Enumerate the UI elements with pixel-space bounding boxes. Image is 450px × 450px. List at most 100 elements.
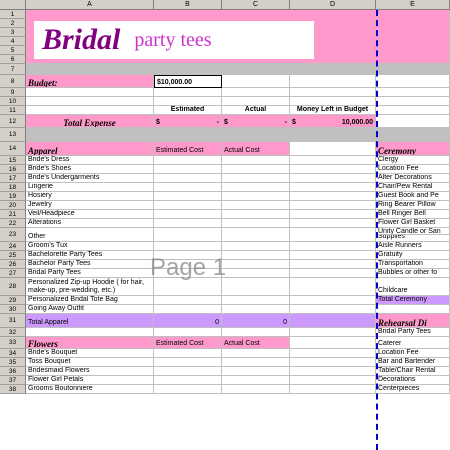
separator-row[interactable] (26, 128, 450, 142)
estimated-header[interactable]: Estimated (154, 106, 222, 115)
row-header-38[interactable]: 38 (0, 385, 26, 394)
grid-cell[interactable] (290, 305, 376, 314)
rehearsal-item[interactable]: Caterer (376, 337, 450, 349)
column-header-d[interactable]: D (290, 0, 376, 10)
row-header-24[interactable]: 24 (0, 242, 26, 251)
grid-cell[interactable] (154, 358, 222, 367)
grid-cell[interactable] (222, 210, 290, 219)
flowers-item[interactable]: Bridesmaid Flowers (26, 367, 154, 376)
apparel-item[interactable]: Bridal Party Tees (26, 269, 154, 278)
apparel-total-act[interactable]: 0 (222, 314, 290, 328)
grid-cell[interactable] (154, 88, 222, 97)
ceremony-item[interactable]: Chair/Pew Rental (376, 183, 450, 192)
ceremony-item[interactable]: Bell Ringer Bell (376, 210, 450, 219)
grid-cell[interactable] (154, 156, 222, 165)
row-header-28[interactable]: 28 (0, 278, 26, 296)
apparel-item[interactable]: Lingerie (26, 183, 154, 192)
row-header-12[interactable]: 12 (0, 115, 26, 128)
ceremony-item[interactable]: Bubbles or other fo (376, 269, 450, 278)
rehearsal-item[interactable]: Bar and Bartender (376, 358, 450, 367)
grid-cell[interactable] (154, 174, 222, 183)
grid-cell[interactable] (222, 174, 290, 183)
grid-cell[interactable] (290, 75, 376, 88)
grid-cell[interactable] (290, 385, 376, 394)
grid-cell[interactable] (290, 142, 376, 156)
grid-cell[interactable] (222, 296, 290, 305)
grid-cell[interactable] (290, 228, 376, 242)
flowers-item[interactable]: Flower Girl Petals (26, 376, 154, 385)
row-header-5[interactable]: 5 (0, 46, 26, 55)
apparel-header[interactable]: Apparel (26, 142, 154, 156)
row-header-29[interactable]: 29 (0, 296, 26, 305)
grid-cell[interactable] (290, 337, 376, 349)
grid-cell[interactable] (154, 183, 222, 192)
ceremony-item[interactable]: Clergy (376, 156, 450, 165)
grid-cell[interactable] (376, 115, 450, 128)
row-header-21[interactable]: 21 (0, 210, 26, 219)
grid-cell[interactable] (222, 219, 290, 228)
grid-cell[interactable] (222, 358, 290, 367)
grid-cell[interactable] (290, 349, 376, 358)
column-header-e[interactable]: E (376, 0, 450, 10)
row-header-23[interactable]: 23 (0, 228, 26, 242)
grid-cell[interactable] (222, 88, 290, 97)
grid-cell[interactable] (222, 228, 290, 242)
grid-cell[interactable] (154, 296, 222, 305)
total-estimated-cell[interactable]: $ - (154, 115, 222, 128)
grid-cell[interactable] (222, 328, 290, 337)
row-header-36[interactable]: 36 (0, 367, 26, 376)
row-header-15[interactable]: 15 (0, 156, 26, 165)
grid-cell[interactable] (222, 376, 290, 385)
row-header-9[interactable]: 9 (0, 88, 26, 97)
rehearsal-item[interactable]: Decorations (376, 376, 450, 385)
ceremony-item[interactable]: Childcare (376, 278, 450, 296)
row-header-18[interactable]: 18 (0, 183, 26, 192)
grid-cell[interactable] (154, 165, 222, 174)
apparel-item[interactable]: Bride's Shoes (26, 165, 154, 174)
row-header-10[interactable]: 10 (0, 97, 26, 106)
total-actual-cell[interactable]: $ - (222, 115, 290, 128)
select-all-corner[interactable] (0, 0, 26, 10)
apparel-item[interactable]: Going Away Outfit (26, 305, 154, 314)
row-header-16[interactable]: 16 (0, 165, 26, 174)
grid-cell[interactable] (154, 97, 222, 106)
grid-cell[interactable] (222, 242, 290, 251)
row-header-13[interactable]: 13 (0, 128, 26, 142)
grid-cell[interactable] (26, 328, 154, 337)
grid-cell[interactable] (290, 192, 376, 201)
grid-cell[interactable] (290, 269, 376, 278)
ceremony-item[interactable]: Aisle Runners (376, 242, 450, 251)
grid-cell[interactable] (290, 156, 376, 165)
grid-cell[interactable] (222, 349, 290, 358)
grid-cell[interactable] (222, 183, 290, 192)
grid-cell[interactable] (154, 210, 222, 219)
row-header-4[interactable]: 4 (0, 37, 26, 46)
row-header-27[interactable]: 27 (0, 269, 26, 278)
grid-cell[interactable] (154, 349, 222, 358)
column-header-c[interactable]: C (222, 0, 290, 10)
budget-value[interactable]: $10,000.00 (154, 75, 222, 88)
grid-cell[interactable] (26, 106, 154, 115)
grid-cell[interactable] (222, 367, 290, 376)
ceremony-item[interactable]: Ring Bearer Pillow (376, 201, 450, 210)
ceremony-total[interactable]: Total Ceremony (376, 296, 450, 305)
row-header-31[interactable]: 31 (0, 314, 26, 328)
money-left-header[interactable]: Money Left in Budget (290, 106, 376, 115)
flowers-act-header[interactable]: Actual Cost (222, 337, 290, 349)
grid-cell[interactable] (290, 242, 376, 251)
grid-cell[interactable] (154, 192, 222, 201)
apparel-item[interactable]: Jewelry (26, 201, 154, 210)
grid-cell[interactable] (154, 201, 222, 210)
grid-cell[interactable] (222, 201, 290, 210)
column-header-a[interactable]: A (26, 0, 154, 10)
row-header-22[interactable]: 22 (0, 219, 26, 228)
row-header-30[interactable]: 30 (0, 305, 26, 314)
apparel-est-header[interactable]: Estimated Cost (154, 142, 222, 156)
grid-cell[interactable] (154, 328, 222, 337)
row-header-3[interactable]: 3 (0, 28, 26, 37)
separator-row[interactable] (26, 64, 450, 75)
rehearsal-item[interactable]: Location Fee (376, 349, 450, 358)
money-left-cell[interactable]: $10,000.00 (290, 115, 376, 128)
grid-cell[interactable] (376, 106, 450, 115)
row-header-8[interactable]: 8 (0, 75, 26, 88)
